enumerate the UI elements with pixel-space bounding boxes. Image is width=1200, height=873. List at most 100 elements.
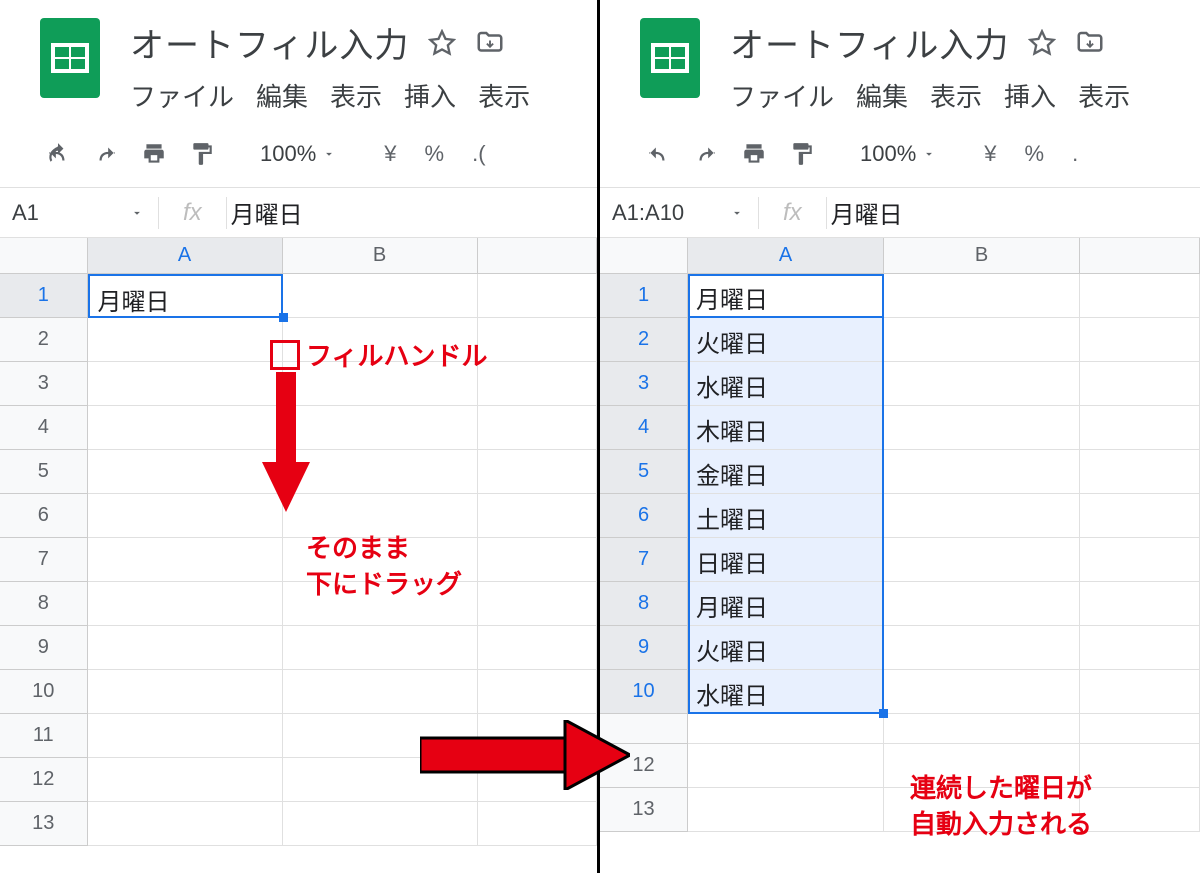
menu-view[interactable]: 表示	[330, 77, 382, 114]
paint-format-button[interactable]	[782, 134, 822, 174]
cell[interactable]	[283, 626, 478, 670]
cell[interactable]	[884, 788, 1080, 832]
cell[interactable]	[478, 582, 597, 626]
row-header[interactable]: 10	[600, 670, 688, 714]
zoom-dropdown[interactable]: 100%	[250, 141, 346, 167]
cell[interactable]	[1080, 582, 1200, 626]
col-header-C[interactable]	[478, 238, 597, 273]
cell[interactable]	[283, 670, 478, 714]
row-header[interactable]: 2	[0, 318, 88, 362]
cell[interactable]	[1080, 406, 1200, 450]
cell[interactable]	[88, 494, 283, 538]
cell[interactable]	[1080, 494, 1200, 538]
fill-handle[interactable]	[879, 709, 888, 718]
cell[interactable]	[88, 362, 283, 406]
row-header[interactable]: 13	[600, 788, 688, 832]
undo-button[interactable]	[38, 134, 78, 174]
cell[interactable]	[1080, 362, 1200, 406]
star-icon[interactable]	[1027, 28, 1057, 58]
cell[interactable]	[1080, 318, 1200, 362]
format-currency-button[interactable]: ¥	[374, 141, 406, 167]
cell[interactable]	[688, 788, 884, 832]
cell[interactable]	[884, 362, 1080, 406]
cell[interactable]	[1080, 714, 1200, 744]
cell[interactable]	[283, 406, 478, 450]
cell[interactable]	[884, 538, 1080, 582]
menu-insert[interactable]: 挿入	[404, 77, 456, 114]
cell[interactable]	[884, 714, 1080, 744]
cell-A3[interactable]: 水曜日	[688, 362, 884, 406]
format-percent-button[interactable]: %	[1015, 141, 1055, 167]
undo-button[interactable]	[638, 134, 678, 174]
cell[interactable]	[884, 494, 1080, 538]
row-header[interactable]: 9	[600, 626, 688, 670]
formula-input[interactable]: 月曜日	[827, 195, 1200, 230]
row-header[interactable]: 7	[600, 538, 688, 582]
cell-A9[interactable]: 火曜日	[688, 626, 884, 670]
cell[interactable]	[478, 450, 597, 494]
row-header[interactable]: 1	[0, 274, 88, 318]
sheets-logo-icon[interactable]	[40, 18, 100, 98]
cell[interactable]	[1080, 670, 1200, 714]
name-box[interactable]: A1:A10	[600, 188, 758, 237]
cell[interactable]	[478, 758, 597, 802]
row-header[interactable]: 9	[0, 626, 88, 670]
cell[interactable]	[283, 318, 478, 362]
cell[interactable]	[478, 802, 597, 846]
cell[interactable]	[1080, 274, 1200, 318]
row-header[interactable]: 13	[0, 802, 88, 846]
cell[interactable]	[478, 494, 597, 538]
spreadsheet-grid[interactable]: A B 1月曜日 2 3 4 5 6 7 8 9 10 11 12 13	[0, 238, 597, 846]
cell[interactable]	[478, 406, 597, 450]
cell[interactable]	[478, 538, 597, 582]
row-header[interactable]: 4	[0, 406, 88, 450]
cell-A10[interactable]: 水曜日	[688, 670, 884, 714]
cell[interactable]	[88, 318, 283, 362]
redo-button[interactable]	[86, 134, 126, 174]
format-decimal-button[interactable]: .(	[462, 141, 495, 167]
row-header[interactable]: 1	[600, 274, 688, 318]
cell-A8[interactable]: 月曜日	[688, 582, 884, 626]
cell[interactable]	[88, 626, 283, 670]
row-header[interactable]	[600, 714, 688, 744]
cell[interactable]	[88, 670, 283, 714]
cell[interactable]	[884, 626, 1080, 670]
move-folder-icon[interactable]	[1075, 28, 1105, 58]
print-button[interactable]	[734, 134, 774, 174]
row-header[interactable]: 5	[0, 450, 88, 494]
cell[interactable]	[283, 494, 478, 538]
cell-A2[interactable]: 火曜日	[688, 318, 884, 362]
menu-edit[interactable]: 編集	[256, 77, 308, 114]
cell-A4[interactable]: 木曜日	[688, 406, 884, 450]
cell[interactable]	[1080, 744, 1200, 788]
cell-A7[interactable]: 日曜日	[688, 538, 884, 582]
cell[interactable]	[478, 318, 597, 362]
menu-file[interactable]: ファイル	[130, 77, 234, 114]
redo-button[interactable]	[686, 134, 726, 174]
cell[interactable]	[1080, 450, 1200, 494]
cell[interactable]	[283, 802, 478, 846]
col-header-B[interactable]: B	[884, 238, 1080, 273]
cell-A6[interactable]: 土曜日	[688, 494, 884, 538]
cell[interactable]	[88, 714, 283, 758]
row-header[interactable]: 5	[600, 450, 688, 494]
menu-format[interactable]: 表示	[1078, 77, 1130, 114]
cell[interactable]	[88, 538, 283, 582]
format-decimal-button[interactable]: .	[1062, 141, 1088, 167]
cell[interactable]	[884, 406, 1080, 450]
cell[interactable]	[88, 802, 283, 846]
cell[interactable]	[283, 538, 478, 582]
col-header-C[interactable]	[1080, 238, 1200, 273]
cell[interactable]	[283, 714, 478, 758]
row-header[interactable]: 12	[600, 744, 688, 788]
cell[interactable]	[88, 582, 283, 626]
cell[interactable]	[688, 714, 884, 744]
cell-A1[interactable]: 月曜日	[88, 274, 283, 318]
format-currency-button[interactable]: ¥	[974, 141, 1006, 167]
row-header[interactable]: 12	[0, 758, 88, 802]
row-header[interactable]: 3	[0, 362, 88, 406]
cell[interactable]	[884, 582, 1080, 626]
row-header[interactable]: 3	[600, 362, 688, 406]
name-box[interactable]: A1	[0, 188, 158, 237]
cell-A5[interactable]: 金曜日	[688, 450, 884, 494]
